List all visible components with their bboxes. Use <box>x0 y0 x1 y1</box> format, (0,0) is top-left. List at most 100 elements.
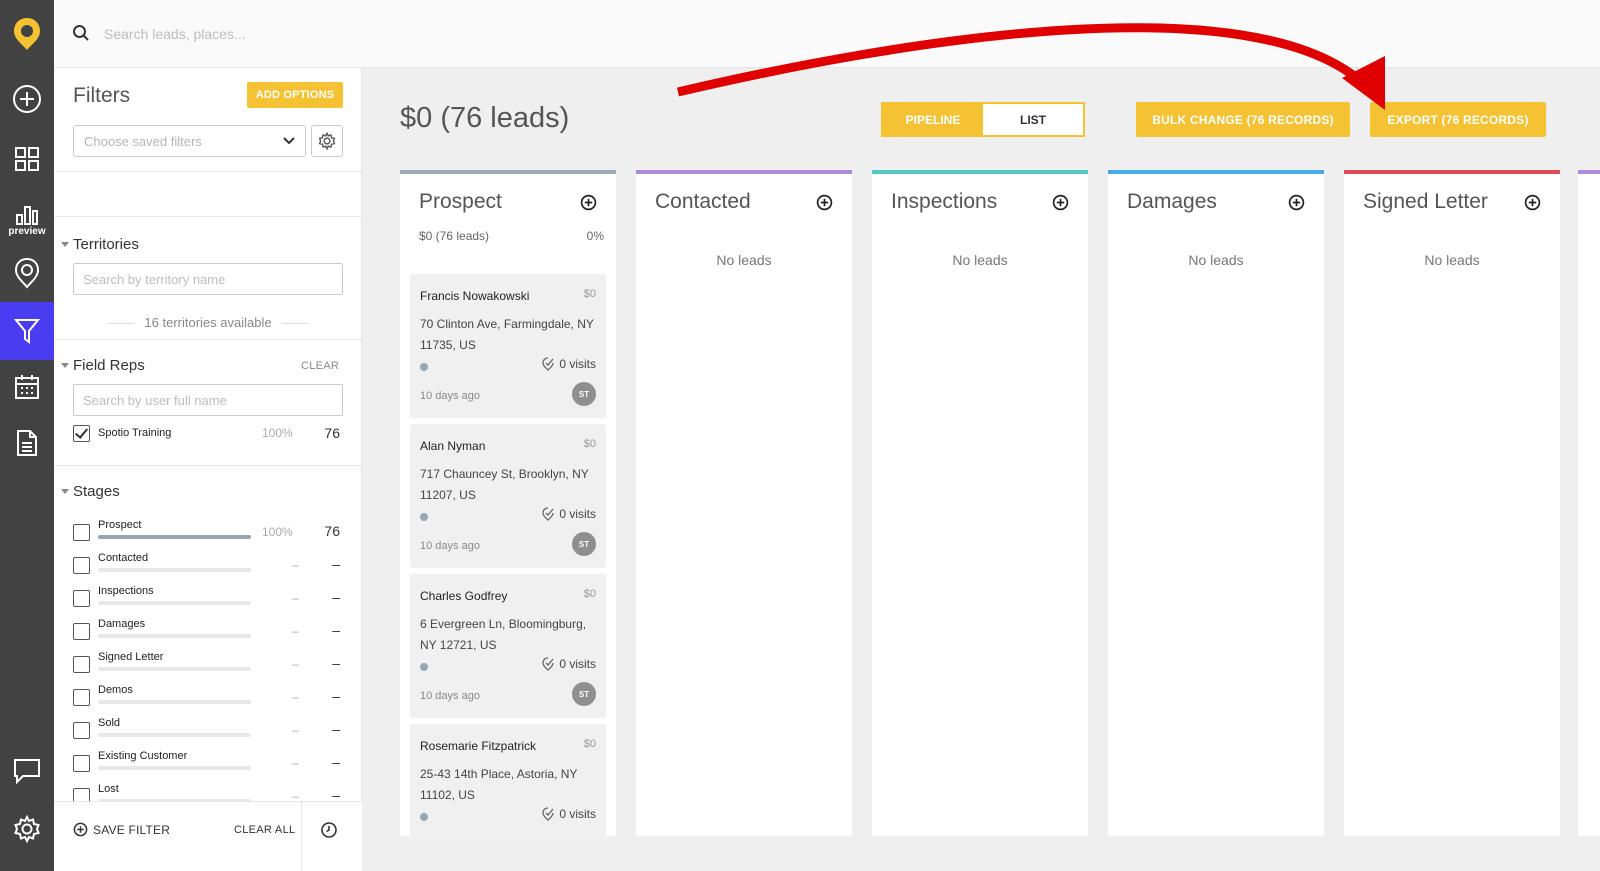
visit-check-icon <box>542 357 554 371</box>
stage-percent: – <box>292 624 299 638</box>
stage-checkbox[interactable] <box>73 755 90 772</box>
add-options-button[interactable]: ADD OPTIONS <box>247 82 343 108</box>
lead-card[interactable]: Francis Nowakowski $0 70 Clinton Ave, Farm… <box>410 274 606 418</box>
lead-visits-label: 0 visits <box>559 807 596 821</box>
pipeline-column-signed-letter: Signed Letter No leads <box>1344 170 1560 836</box>
lead-visits: 0 visits <box>541 357 596 371</box>
column-empty-state: No leads <box>716 252 772 268</box>
document-icon[interactable] <box>0 414 54 472</box>
stage-name: Prospect <box>98 519 142 531</box>
stage-count: – <box>332 721 340 737</box>
dashboard-icon[interactable] <box>0 130 54 188</box>
stage-checkbox[interactable] <box>73 722 90 739</box>
stage-progress-bar <box>98 535 251 539</box>
stage-name: Signed Letter <box>98 651 164 663</box>
spotio-logo-icon[interactable] <box>0 0 54 68</box>
save-filter-button[interactable]: SAVE FILTER <box>73 822 170 837</box>
stage-percent: – <box>292 558 299 572</box>
lead-address: 25-43 14th Place, Astoria, NY 11102, US <box>420 767 578 802</box>
stage-checkbox[interactable] <box>73 524 90 541</box>
settings-gear-icon[interactable] <box>0 800 54 858</box>
column-empty-state: No leads <box>1424 252 1480 268</box>
lead-card[interactable]: Charles Godfrey $0 6 Evergreen Ln, Bloomin… <box>410 574 606 718</box>
lead-address: 70 Clinton Ave, Farmingdale, NY 11735, U… <box>420 317 594 352</box>
pipeline-column-partial <box>1578 170 1600 836</box>
lead-name: Alan Nyman <box>420 439 486 453</box>
stage-name: Existing Customer <box>98 750 188 762</box>
clear-field-reps-link[interactable]: CLEAR <box>301 360 339 372</box>
list-view-tab[interactable]: LIST <box>983 104 1083 135</box>
lead-amount: $0 <box>583 438 596 450</box>
stage-name: Contacted <box>98 552 149 564</box>
history-clock-icon[interactable] <box>320 821 338 839</box>
saved-filters-select[interactable]: Choose saved filters <box>73 125 306 157</box>
pipeline-view-tab[interactable]: PIPELINE <box>883 104 983 135</box>
territories-title: Territories <box>73 236 139 253</box>
saved-filters-placeholder: Choose saved filters <box>84 134 202 149</box>
pipeline-column-damages: Damages No leads <box>1108 170 1324 836</box>
lead-visits-label: 0 visits <box>559 507 596 521</box>
stage-count: – <box>332 655 340 671</box>
chat-icon[interactable] <box>0 742 54 800</box>
user-search-input[interactable] <box>73 384 343 416</box>
view-toggle: PIPELINE LIST <box>881 102 1085 137</box>
chevron-down-icon <box>283 137 295 145</box>
export-button[interactable]: EXPORT (76 RECORDS) <box>1370 102 1546 137</box>
stage-count: – <box>332 688 340 704</box>
territories-section-toggle[interactable]: Territories <box>61 236 139 253</box>
lead-card[interactable]: Alan Nyman $0 717 Chauncey St, Brooklyn, N… <box>410 424 606 568</box>
stages-title: Stages <box>73 483 120 500</box>
status-dot <box>420 813 428 821</box>
field-reps-section-toggle[interactable]: Field Reps <box>61 357 145 374</box>
stage-checkbox[interactable] <box>73 656 90 673</box>
stage-checkbox[interactable] <box>73 689 90 706</box>
visit-check-icon <box>542 807 554 821</box>
stage-name: Inspections <box>98 585 154 597</box>
status-dot <box>420 663 428 671</box>
column-title: Prospect <box>419 190 502 213</box>
field-reps-title: Field Reps <box>73 357 145 374</box>
search-input[interactable] <box>104 18 704 50</box>
icon-rail: preview <box>0 0 54 871</box>
calendar-icon[interactable] <box>0 358 54 416</box>
stage-progress-bar <box>98 667 251 671</box>
avatar: ST <box>572 382 596 406</box>
add-lead-icon[interactable] <box>1288 194 1305 211</box>
map-pin-icon[interactable] <box>0 244 54 302</box>
lead-visits-label: 0 visits <box>559 657 596 671</box>
add-lead-icon[interactable] <box>1524 194 1541 211</box>
stage-checkbox[interactable] <box>73 590 90 607</box>
add-circle-icon <box>73 822 88 837</box>
stage-checkbox[interactable] <box>73 557 90 574</box>
column-title: Inspections <box>891 190 998 213</box>
divider <box>54 339 362 340</box>
field-rep-name: Spotio Training <box>98 427 172 439</box>
filter-icon[interactable] <box>0 302 54 360</box>
stage-checkbox[interactable] <box>73 623 90 640</box>
stage-name: Lost <box>98 783 119 795</box>
add-icon[interactable] <box>0 70 54 128</box>
stage-percent: – <box>292 657 299 671</box>
avatar: ST <box>572 532 596 556</box>
avatar: ST <box>572 682 596 706</box>
stages-section-toggle[interactable]: Stages <box>61 483 120 500</box>
reports-preview-icon[interactable]: preview <box>0 192 54 250</box>
stage-percent: – <box>292 690 299 704</box>
territory-search-input[interactable] <box>73 263 343 295</box>
filter-settings-button[interactable] <box>311 125 343 157</box>
stage-progress-fill <box>98 535 251 539</box>
add-lead-icon[interactable] <box>1052 194 1069 211</box>
pipeline-total-title: $0 (76 leads) <box>400 102 570 134</box>
lead-name: Rosemarie Fitzpatrick <box>420 739 537 753</box>
divider <box>54 216 362 217</box>
bulk-change-button[interactable]: BULK CHANGE (76 RECORDS) <box>1136 102 1350 137</box>
add-lead-icon[interactable] <box>580 194 597 211</box>
lead-card[interactable]: Rosemarie Fitzpatrick $0 25-43 14th Place,… <box>410 724 606 840</box>
stage-name: Sold <box>98 717 121 729</box>
visit-check-icon <box>542 507 554 521</box>
save-filter-label: SAVE FILTER <box>93 822 171 837</box>
field-rep-checkbox[interactable] <box>73 425 90 442</box>
lead-visits: 0 visits <box>541 807 596 821</box>
add-lead-icon[interactable] <box>816 194 833 211</box>
clear-all-button[interactable]: CLEAR ALL <box>234 824 295 836</box>
